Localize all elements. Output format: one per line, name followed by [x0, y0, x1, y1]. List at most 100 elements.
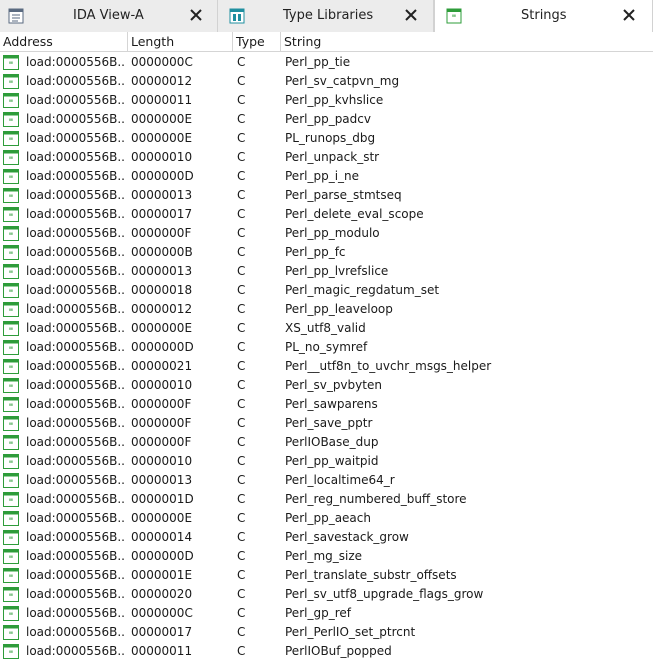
table-row[interactable]: " load:0000556B... 00000010 C Perl_pp_waitpi…	[0, 452, 653, 471]
string-icon: "	[3, 568, 19, 583]
type-cell: C	[237, 283, 246, 297]
table-row[interactable]: " load:0000556B... 0000000D C PL_no_symref	[0, 338, 653, 357]
table-row[interactable]: " load:0000556B... 00000017 C Perl_delete_ev…	[0, 205, 653, 224]
svg-text:": "	[452, 14, 457, 24]
table-row[interactable]: " load:0000556B... 0000000C C Perl_pp_tie	[0, 53, 653, 72]
string-icon: "	[3, 131, 19, 146]
table-row[interactable]: " load:0000556B... 00000013 C Perl_pp_lvrefs…	[0, 262, 653, 281]
length-cell: 0000001D	[131, 492, 194, 506]
length-cell: 0000000E	[131, 112, 193, 126]
svg-text:": "	[9, 156, 14, 165]
table-row[interactable]: " load:0000556B... 00000018 C Perl_magic_reg…	[0, 281, 653, 300]
table-row[interactable]: " load:0000556B... 00000014 C Perl_savestack…	[0, 528, 653, 547]
address-cell: load:0000556B...	[26, 359, 126, 373]
table-row[interactable]: " load:0000556B... 0000001E C Perl_translate…	[0, 566, 653, 585]
svg-text:": "	[9, 479, 14, 488]
table-row[interactable]: " load:0000556B... 0000000E C Perl_pp_aeach	[0, 509, 653, 528]
column-header-string[interactable]: String	[281, 32, 653, 52]
string-cell: Perl__utf8n_to_uvchr_msgs_helper	[285, 359, 492, 373]
table-row[interactable]: " load:0000556B... 0000000B C Perl_pp_fc	[0, 243, 653, 262]
table-row[interactable]: " load:0000556B... 0000000E C Perl_pp_padcv	[0, 110, 653, 129]
string-cell: Perl_pp_lvrefslice	[285, 264, 389, 278]
address-cell: load:0000556B...	[26, 416, 126, 430]
svg-text:": "	[9, 441, 14, 450]
string-cell: Perl_unpack_str	[285, 150, 380, 164]
table-row[interactable]: " load:0000556B... 0000000D C Perl_mg_size	[0, 547, 653, 566]
svg-text:": "	[9, 80, 14, 89]
table-row[interactable]: " load:0000556B... 00000020 C Perl_sv_utf8_u…	[0, 585, 653, 604]
table-row[interactable]: " load:0000556B... 0000000F C Perl_pp_modulo	[0, 224, 653, 243]
string-icon: "	[3, 55, 19, 70]
svg-text:": "	[9, 308, 14, 317]
type-cell: C	[237, 568, 246, 582]
length-cell: 00000014	[131, 530, 193, 544]
close-icon[interactable]	[403, 7, 419, 23]
address-cell: load:0000556B...	[26, 245, 126, 259]
tab-ida-view-a[interactable]: IDA View-A	[0, 0, 218, 32]
table-row[interactable]: " load:0000556B... 0000000C C Perl_gp_ref	[0, 604, 653, 623]
length-cell: 0000000F	[131, 226, 192, 240]
tab-type-libraries[interactable]: Type Libraries	[218, 0, 434, 32]
length-cell: 0000000B	[131, 245, 193, 259]
string-cell: PerlIOBuf_popped	[285, 644, 392, 658]
type-cell: C	[237, 226, 246, 240]
table-row[interactable]: " load:0000556B... 0000000E C XS_utf8_valid	[0, 319, 653, 338]
svg-text:": "	[9, 517, 14, 526]
table-row[interactable]: " load:0000556B... 00000017 C Perl_PerlIO_se…	[0, 623, 653, 642]
string-icon: "	[3, 207, 19, 222]
table-row[interactable]: " load:0000556B... 00000012 C Perl_pp_leavel…	[0, 300, 653, 319]
string-icon: "	[3, 169, 19, 184]
type-cell: C	[237, 188, 246, 202]
strings-table[interactable]: Address Length Type String " load:0000556…	[0, 32, 653, 667]
table-row[interactable]: " load:0000556B... 00000010 C Perl_unpack_st…	[0, 148, 653, 167]
svg-text:": "	[9, 175, 14, 184]
table-row[interactable]: " load:0000556B... 0000001D C Perl_reg_numbe…	[0, 490, 653, 509]
column-header-type[interactable]: Type	[233, 32, 281, 52]
length-cell: 0000000D	[131, 340, 194, 354]
string-icon: "	[3, 454, 19, 469]
tab-strings[interactable]: " Strings	[434, 0, 653, 33]
string-icon: "	[3, 378, 19, 393]
table-row[interactable]: " load:0000556B... 00000011 C Perl_pp_kvhsli…	[0, 91, 653, 110]
string-cell: Perl_pp_tie	[285, 55, 351, 69]
address-cell: load:0000556B...	[26, 74, 126, 88]
length-cell: 00000017	[131, 207, 193, 221]
column-header-length[interactable]: Length	[128, 32, 233, 52]
svg-text:": "	[9, 403, 14, 412]
string-cell: Perl_gp_ref	[285, 606, 351, 620]
table-row[interactable]: " load:0000556B... 0000000F C Perl_sawparens	[0, 395, 653, 414]
column-header-address[interactable]: Address	[0, 32, 128, 52]
table-row[interactable]: " load:0000556B... 00000011 C PerlIOBuf_popp…	[0, 642, 653, 661]
table-row[interactable]: " load:0000556B... 0000000F C PerlIOBase_dup	[0, 433, 653, 452]
address-cell: load:0000556B...	[26, 169, 126, 183]
svg-text:": "	[9, 574, 14, 583]
string-cell: Perl_magic_regdatum_set	[285, 283, 440, 297]
string-icon: "	[3, 150, 19, 165]
length-cell: 00000013	[131, 188, 193, 202]
table-row[interactable]: " load:0000556B... 0000000E C PL_runops_dbg	[0, 129, 653, 148]
table-row[interactable]: " load:0000556B... 00000010 C Perl_sv_pvbyte…	[0, 376, 653, 395]
length-cell: 0000000E	[131, 131, 193, 145]
address-cell: load:0000556B...	[26, 530, 126, 544]
table-row[interactable]: " load:0000556B... 0000000F C Perl_save_pptr	[0, 414, 653, 433]
table-row[interactable]: " load:0000556B... 00000013 C Perl_localtime…	[0, 471, 653, 490]
address-cell: load:0000556B...	[26, 644, 126, 658]
table-row[interactable]: " load:0000556B... 00000013 C Perl_parse_stm…	[0, 186, 653, 205]
table-row[interactable]: " load:0000556B... 00000021 C Perl__utf8n_to…	[0, 357, 653, 376]
string-icon: "	[3, 264, 19, 279]
close-icon[interactable]	[188, 7, 204, 23]
type-cell: C	[237, 131, 246, 145]
string-cell: Perl_savestack_grow	[285, 530, 409, 544]
svg-text:": "	[9, 498, 14, 507]
string-cell: PerlIOBase_dup	[285, 435, 379, 449]
table-body: " load:0000556B... 0000000C C Perl_pp_tie " lo…	[0, 53, 653, 661]
type-cell: C	[237, 264, 246, 278]
length-cell: 0000000F	[131, 397, 192, 411]
table-row[interactable]: " load:0000556B... 0000000D C Perl_pp_i_ne	[0, 167, 653, 186]
close-icon[interactable]	[621, 7, 637, 23]
length-cell: 00000013	[131, 264, 193, 278]
type-cell: C	[237, 587, 246, 601]
string-cell: Perl_sv_utf8_upgrade_flags_grow	[285, 587, 484, 601]
table-row[interactable]: " load:0000556B... 00000012 C Perl_sv_catpvn…	[0, 72, 653, 91]
string-icon: "	[3, 188, 19, 203]
